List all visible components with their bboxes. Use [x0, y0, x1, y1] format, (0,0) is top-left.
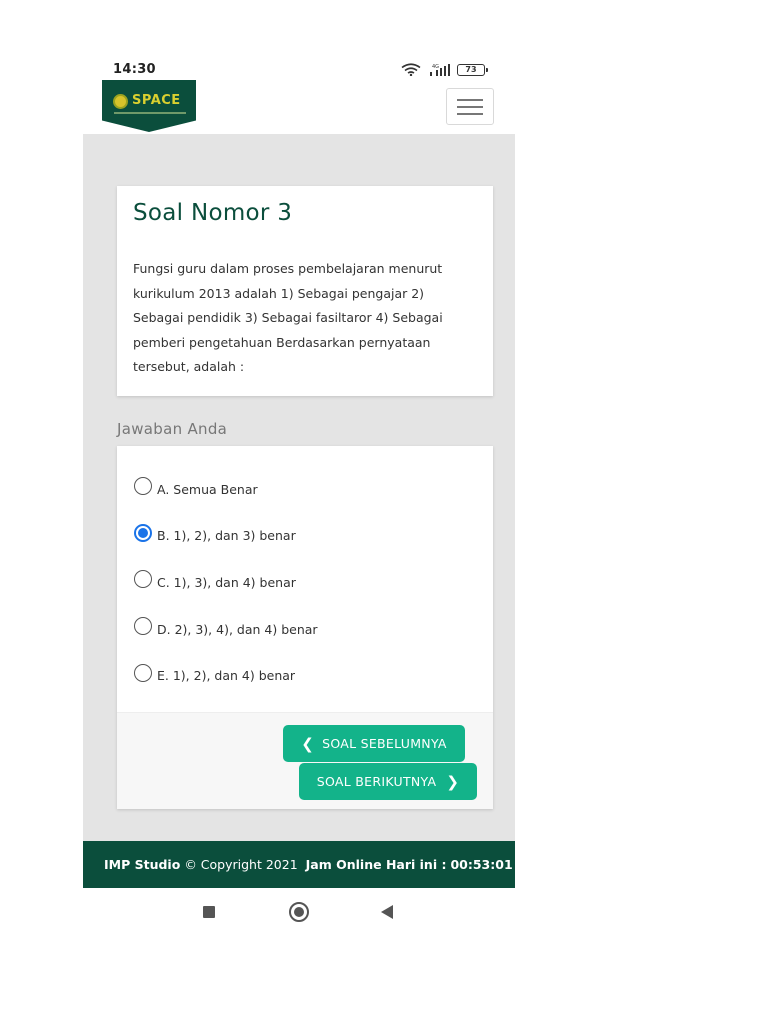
footer-clock-label: Jam Online Hari ini :	[305, 857, 447, 872]
answer-label: B. 1), 2), dan 3) benar	[157, 528, 296, 544]
answer-options: A. Semua Benar B. 1), 2), dan 3) benar C…	[117, 446, 493, 699]
footer-clock-value: 00:53:01	[450, 857, 513, 872]
answer-option-e[interactable]: E. 1), 2), dan 4) benar	[117, 652, 493, 699]
previous-question-label: SOAL SEBELUMNYA	[322, 736, 447, 751]
answer-label: D. 2), 3), 4), dan 4) benar	[157, 621, 318, 637]
radio-button-selected[interactable]	[134, 523, 152, 542]
answer-heading: Jawaban Anda	[117, 420, 228, 438]
next-question-label: SOAL BERIKUTNYA	[316, 774, 437, 789]
phone-screen: 14:30 4G 73 SPACE Soal Nomor 3 Fungsi gu…	[83, 58, 515, 938]
footer-studio: IMP Studio	[104, 857, 181, 872]
footer-copyright: © Copyright 2021	[184, 857, 298, 872]
answer-option-a[interactable]: A. Semua Benar	[117, 466, 493, 513]
answer-label: C. 1), 3), dan 4) benar	[157, 574, 296, 590]
hamburger-menu-button[interactable]	[446, 88, 494, 125]
answer-option-b[interactable]: B. 1), 2), dan 3) benar	[117, 513, 493, 560]
answer-label: E. 1), 2), dan 4) benar	[157, 668, 296, 684]
chevron-left-icon: ❮	[301, 734, 315, 753]
radio-button[interactable]	[134, 663, 152, 682]
answers-card: A. Semua Benar B. 1), 2), dan 3) benar C…	[117, 446, 493, 809]
hamburger-menu-icon	[457, 98, 483, 101]
app-logo[interactable]: SPACE	[102, 80, 196, 132]
radio-button[interactable]	[134, 477, 152, 496]
status-bar: 14:30 4G 73	[83, 58, 515, 82]
chevron-right-icon: ❯	[446, 772, 460, 791]
recent-apps-icon[interactable]	[203, 906, 215, 918]
previous-question-button[interactable]: ❮ SOAL SEBELUMNYA	[283, 725, 465, 762]
wifi-icon	[401, 63, 421, 76]
home-icon[interactable]	[289, 902, 309, 922]
question-title: Soal Nomor 3	[133, 200, 293, 226]
radio-button[interactable]	[134, 570, 152, 589]
logo-underline	[114, 112, 186, 114]
app-header: SPACE	[83, 80, 515, 134]
main-content: Soal Nomor 3 Fungsi guru dalam proses pe…	[83, 134, 515, 841]
question-card: Soal Nomor 3 Fungsi guru dalam proses pe…	[117, 186, 493, 396]
status-time: 14:30	[113, 62, 156, 77]
status-icons: 4G 73	[401, 63, 488, 76]
logo-text: SPACE	[132, 93, 181, 108]
app-footer: IMP Studio © Copyright 2021 Jam Online H…	[83, 841, 515, 888]
back-icon[interactable]	[381, 905, 393, 919]
battery-icon: 73	[457, 63, 488, 76]
next-question-button[interactable]: SOAL BERIKUTNYA ❯	[299, 763, 477, 800]
system-navigation-bar	[83, 900, 515, 924]
answer-option-c[interactable]: C. 1), 3), dan 4) benar	[117, 559, 493, 606]
answer-option-d[interactable]: D. 2), 3), 4), dan 4) benar	[117, 606, 493, 653]
network-label: 4G	[432, 64, 439, 70]
logo-emblem-icon	[113, 94, 128, 109]
radio-button[interactable]	[134, 617, 152, 636]
question-text: Fungsi guru dalam proses pembelajaran me…	[133, 261, 443, 374]
signal-icon: 4G	[430, 64, 450, 76]
question-navigation: ❮ SOAL SEBELUMNYA SOAL BERIKUTNYA ❯	[117, 712, 493, 809]
answer-label: A. Semua Benar	[157, 481, 258, 497]
